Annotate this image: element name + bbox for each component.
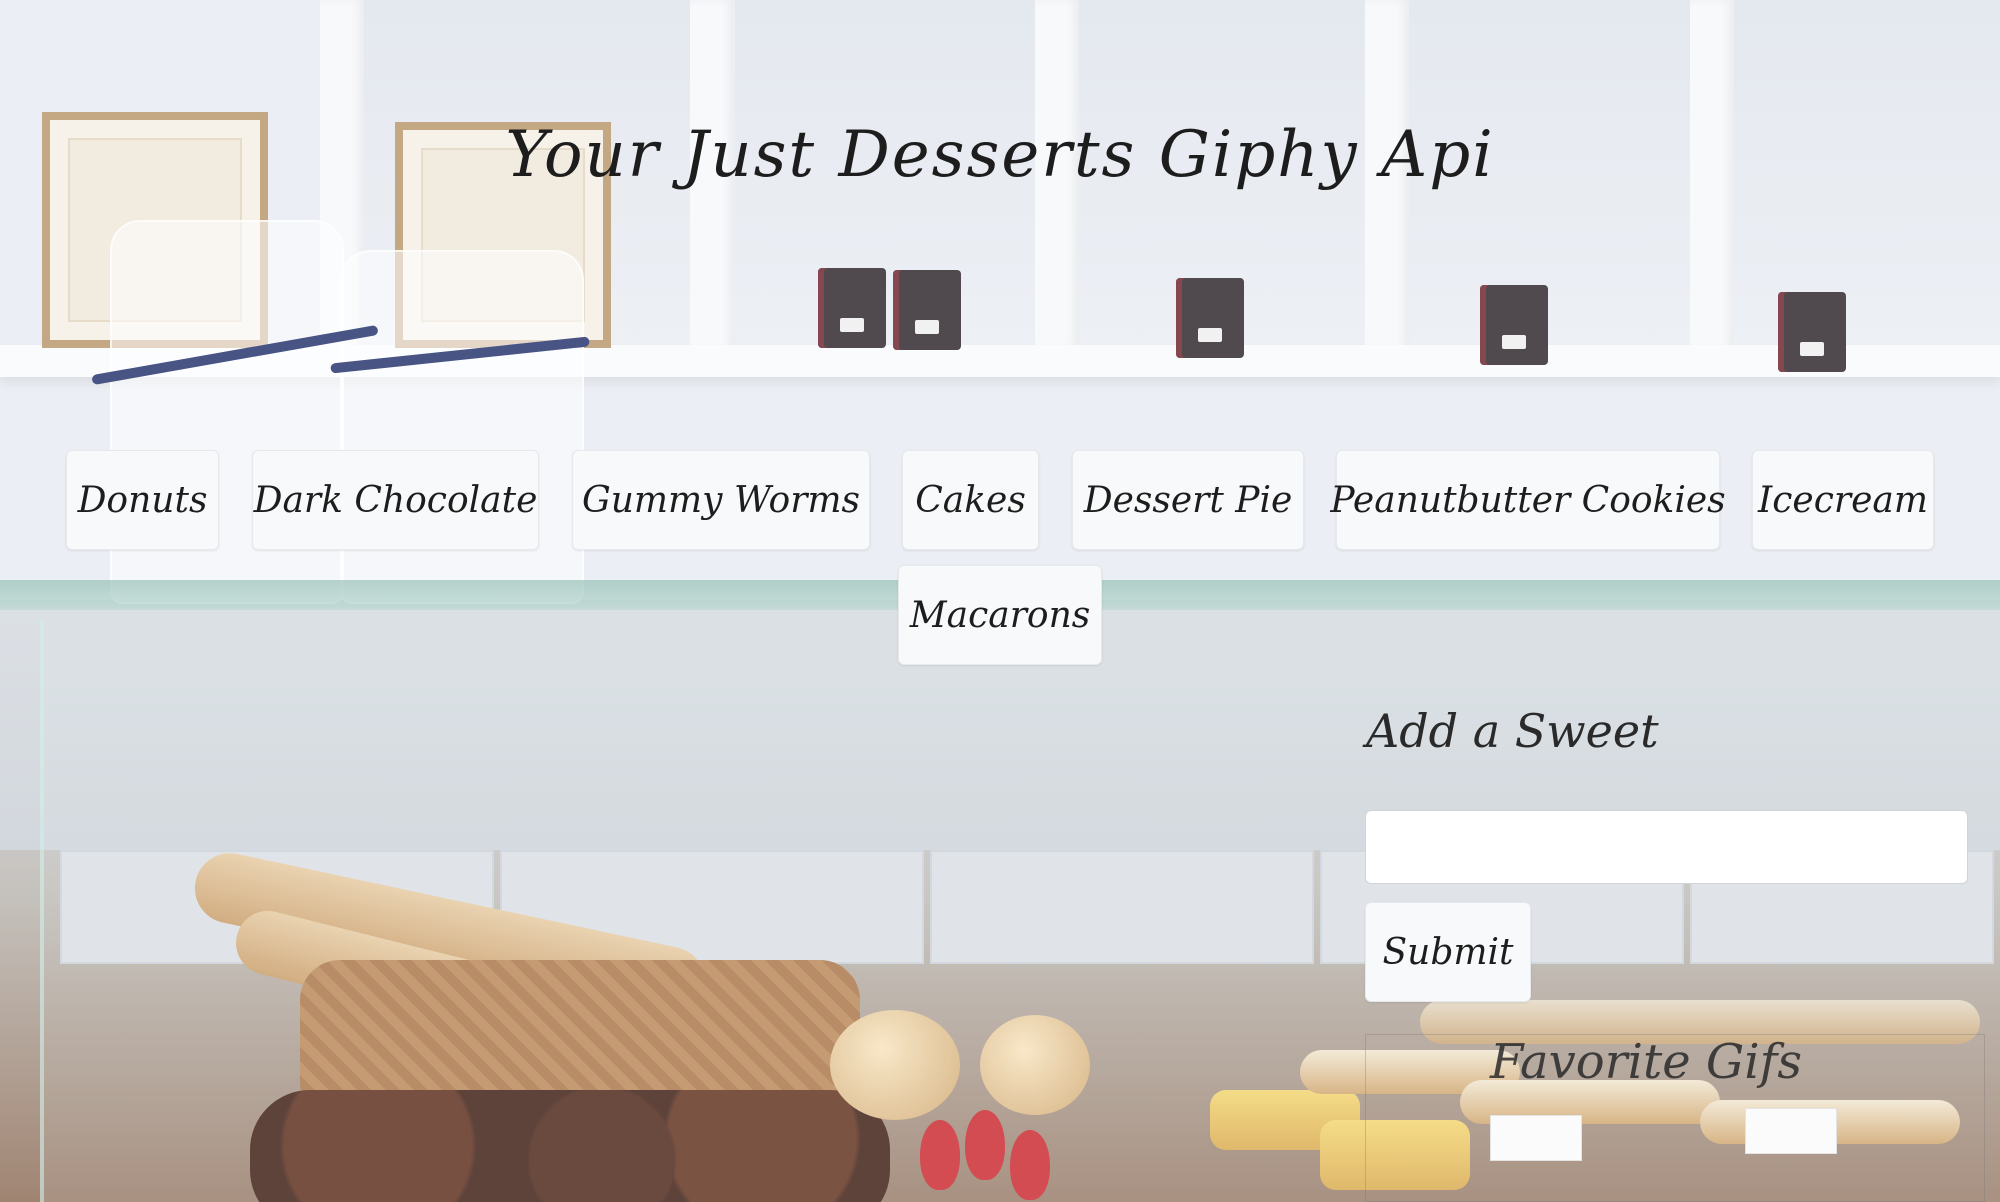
topic-button-gummy-worms[interactable]: Gummy Worms xyxy=(572,450,870,550)
topic-button-dark-chocolate[interactable]: Dark Chocolate xyxy=(252,450,539,550)
favorites-heading: Favorite Gifs xyxy=(1490,1034,1803,1090)
topic-button-macarons[interactable]: Macarons xyxy=(898,565,1102,665)
add-sweet-input[interactable] xyxy=(1365,810,1968,884)
topic-button-cakes[interactable]: Cakes xyxy=(902,450,1039,550)
topic-button-icecream[interactable]: Icecream xyxy=(1752,450,1934,550)
topic-button-peanutbutter-cookies[interactable]: Peanutbutter Cookies xyxy=(1330,450,1726,550)
submit-button[interactable]: Submit xyxy=(1365,902,1531,1002)
page-title: Your Just Desserts Giphy Api xyxy=(505,118,1495,192)
topic-button-dessert-pie[interactable]: Dessert Pie xyxy=(1072,450,1304,550)
add-sweet-heading: Add a Sweet xyxy=(1366,704,1659,758)
topic-button-donuts[interactable]: Donuts xyxy=(66,450,219,550)
